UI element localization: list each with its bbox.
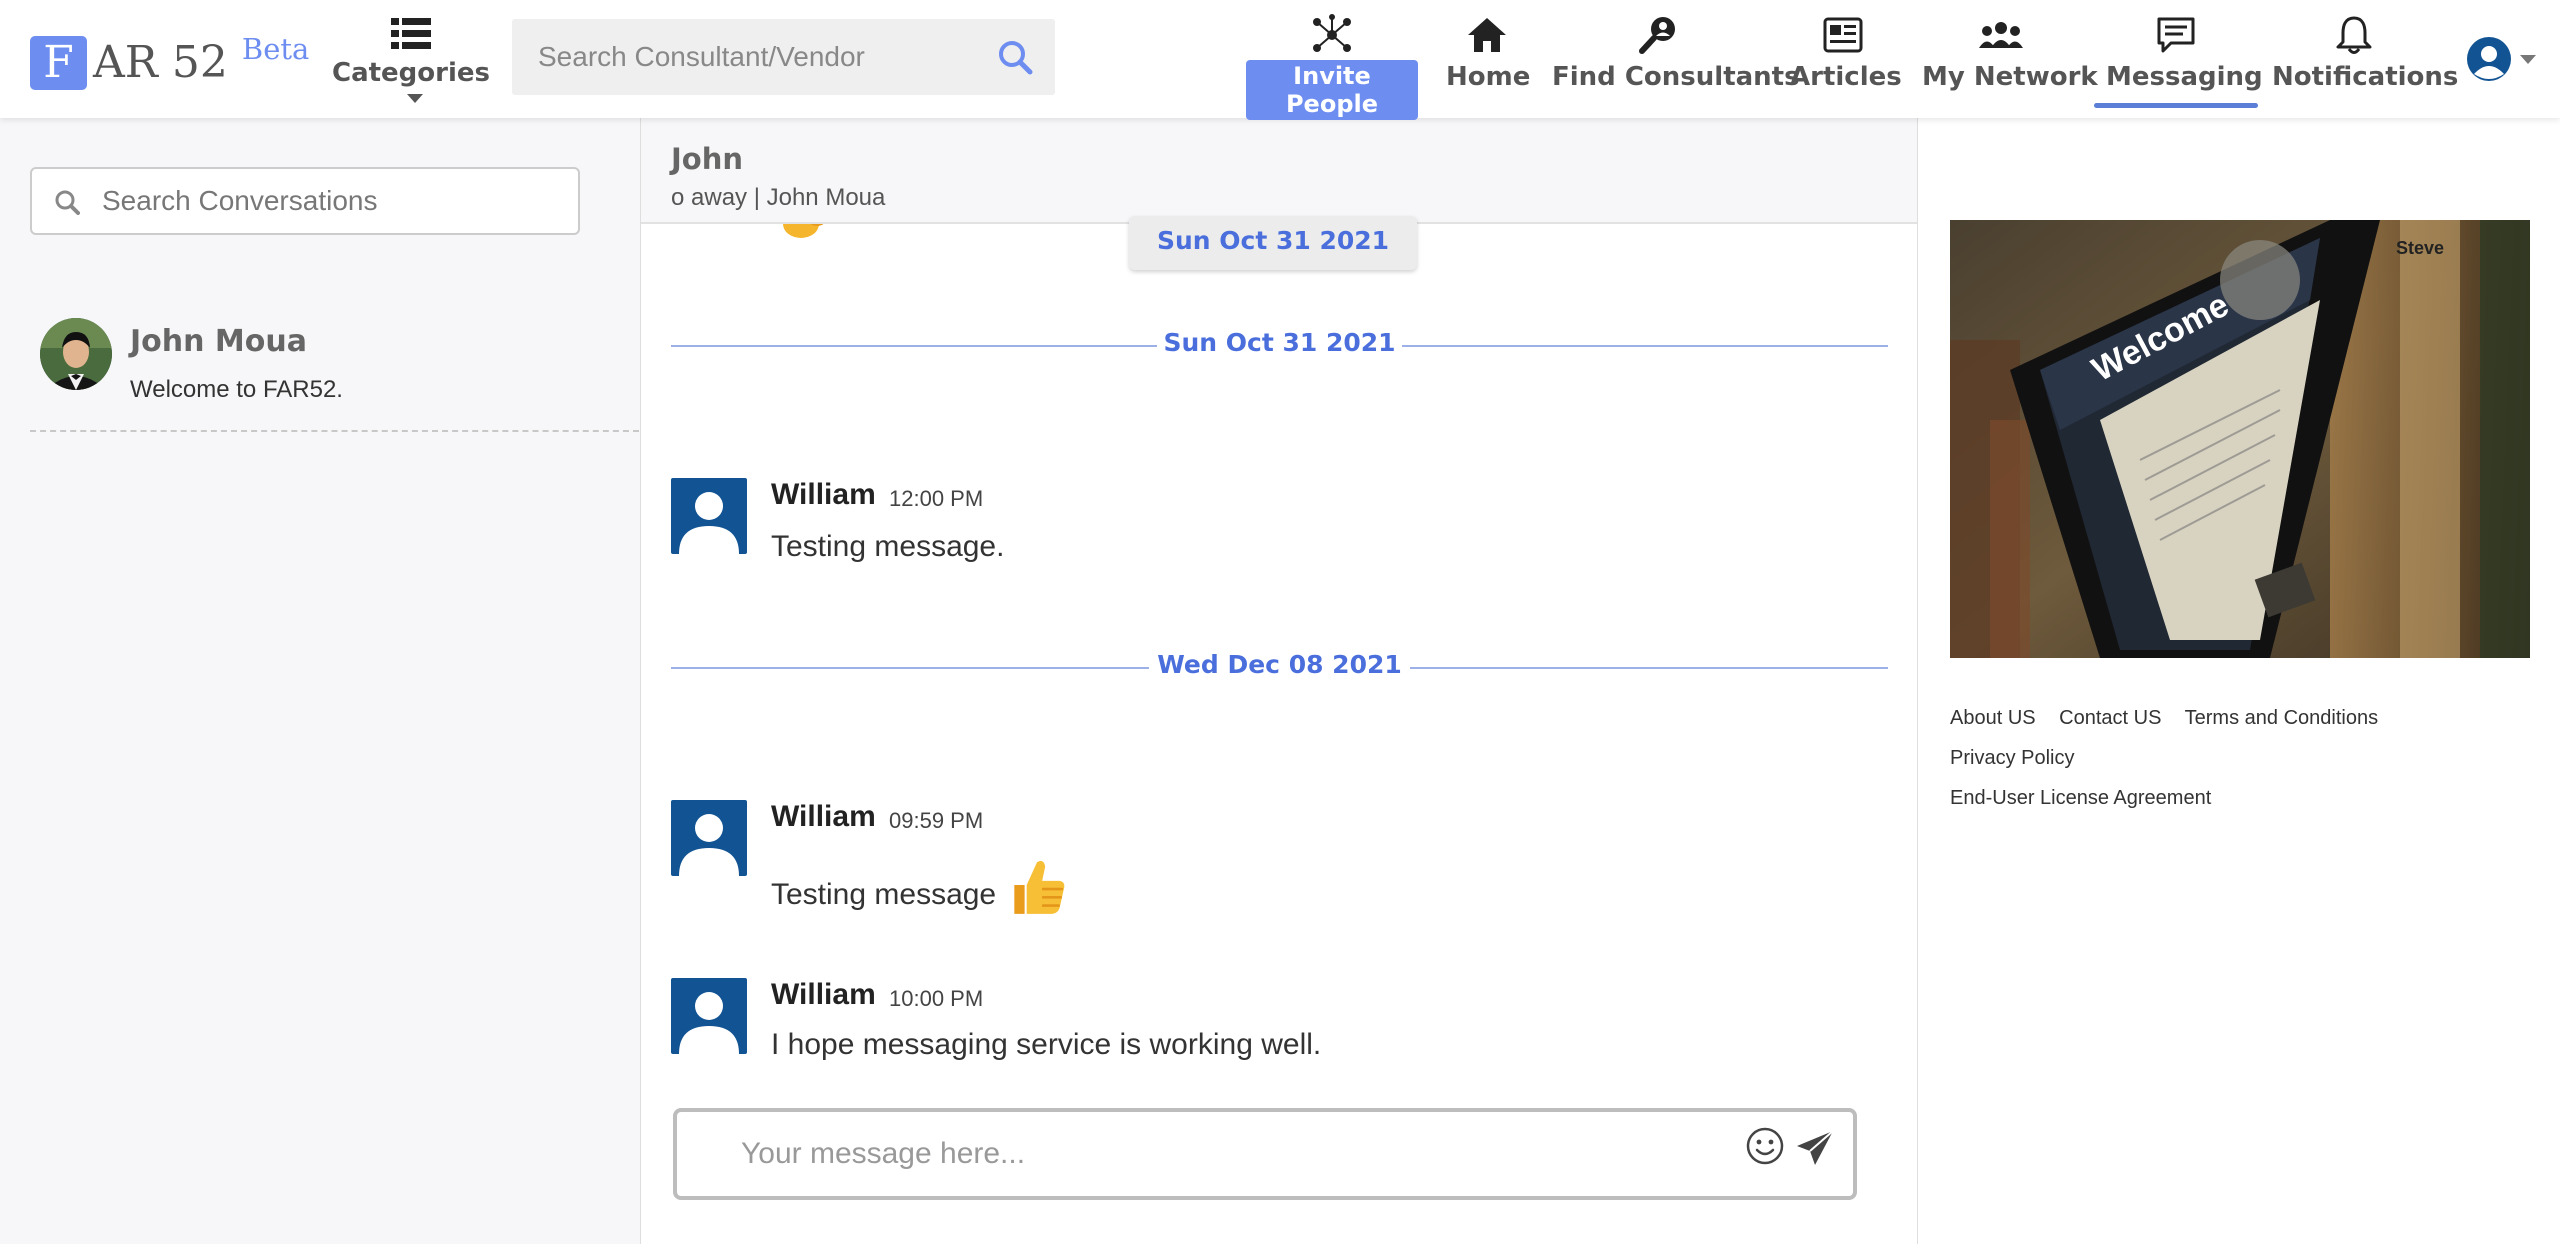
caret-down-icon <box>407 94 423 103</box>
promo-name-text: Steve <box>2396 238 2444 258</box>
user-menu[interactable] <box>2466 36 2536 82</box>
conversation-item[interactable]: John Moua Welcome to FAR52. <box>30 314 639 432</box>
footer-links: About US Contact US Terms and Conditions… <box>1950 698 2540 818</box>
about-us-link[interactable]: About US <box>1950 707 2036 729</box>
notifications-label: Notifications <box>2272 62 2459 92</box>
message-text: I hope messaging service is working well… <box>771 1028 1322 1061</box>
tablet-welcome-image: Welcome Steve <box>1950 220 2530 658</box>
chat-header: John o away | John Moua <box>641 118 1917 224</box>
chat-bubble-icon <box>2157 17 2195 53</box>
home-icon <box>1468 18 1506 52</box>
message-text: Testing message. <box>771 530 1005 563</box>
my-network-label: My Network <box>1922 62 2098 92</box>
logo-mark: F <box>30 36 87 90</box>
contact-photo <box>40 318 112 390</box>
chat-message: William 09:59 PM Testing message <box>671 800 1871 930</box>
categories-menu[interactable]: Categories <box>326 16 496 107</box>
top-navbar: F AR 52 Beta Categories Invite People <box>0 0 2560 120</box>
sender-name: William <box>771 478 876 511</box>
invite-people-label: Invite People <box>1246 60 1418 120</box>
message-body: Testing message <box>771 860 1070 920</box>
home-label: Home <box>1446 62 1531 92</box>
nav-notifications[interactable]: Notifications <box>2272 14 2459 92</box>
sender-avatar <box>671 800 747 876</box>
nav-find-consultants[interactable]: Find Consultants <box>1552 14 1800 92</box>
conversations-sidebar: John Moua Welcome to FAR52. <box>0 118 641 1244</box>
bell-icon <box>2336 16 2372 54</box>
conversation-search <box>30 167 580 235</box>
chat-panel: John o away | John Moua Sun Oct 31 2021 … <box>641 118 1918 1244</box>
sender-name: William <box>771 800 876 833</box>
contact-us-link[interactable]: Contact US <box>2059 707 2161 729</box>
separator-line <box>1402 345 1888 347</box>
search-person-icon <box>1639 17 1675 54</box>
user-avatar-icon <box>2467 37 2511 81</box>
nav-home[interactable]: Home <box>1446 14 1531 92</box>
smiley-icon[interactable] <box>1745 1126 1785 1166</box>
search-icon[interactable] <box>997 39 1033 75</box>
nav-my-network[interactable]: My Network <box>1922 14 2098 92</box>
date-separator: Sun Oct 31 2021 <box>671 326 1888 366</box>
sender-avatar <box>671 978 747 1054</box>
logo-text: AR 52 <box>93 37 228 88</box>
chat-message: William 10:00 PM I hope messaging servic… <box>671 978 1871 1078</box>
network-nodes-icon <box>1313 14 1351 52</box>
users-group-icon <box>1979 22 2023 48</box>
consultant-search-input[interactable] <box>512 19 982 95</box>
message-text: Testing message <box>771 878 997 911</box>
right-column: Welcome Steve About US Contact US Terms … <box>1918 118 2560 1244</box>
date-separator-label: Wed Dec 08 2021 <box>1157 650 1402 679</box>
consultant-search <box>512 19 1055 95</box>
sender-name: William <box>771 978 876 1011</box>
chat-status: o away | John Moua <box>671 184 886 211</box>
message-time: 10:00 PM <box>889 986 984 1011</box>
search-icon <box>55 190 80 215</box>
terms-link[interactable]: Terms and Conditions <box>2185 707 2378 729</box>
nav-messaging[interactable]: Messaging <box>2106 14 2263 92</box>
beta-badge: Beta <box>241 32 310 66</box>
eula-link[interactable]: End-User License Agreement <box>1950 787 2211 809</box>
send-icon[interactable] <box>1795 1128 1835 1168</box>
chat-message: William 12:00 PM Testing message. <box>671 478 1871 578</box>
caret-down-icon <box>2520 54 2536 64</box>
chat-title: John <box>671 142 744 176</box>
nav-invite-people[interactable]: Invite People <box>1246 14 1418 120</box>
date-separator: Wed Dec 08 2021 <box>671 648 1888 688</box>
message-composer <box>673 1108 1857 1200</box>
list-icon <box>391 18 431 49</box>
privacy-link[interactable]: Privacy Policy <box>1950 747 2074 769</box>
thumbs-up-emoji-icon <box>1014 860 1065 914</box>
sender-avatar <box>671 478 747 554</box>
articles-label: Articles <box>1790 62 1902 92</box>
sticky-date-badge: Sun Oct 31 2021 <box>1129 216 1417 270</box>
message-time: 09:59 PM <box>889 808 984 833</box>
active-tab-indicator <box>2094 103 2258 108</box>
nav-articles[interactable]: Articles <box>1790 14 1902 92</box>
messaging-label: Messaging <box>2106 62 2263 92</box>
last-message-preview: Welcome to FAR52. <box>130 376 343 403</box>
contact-name: John Moua <box>130 324 307 359</box>
find-consultants-label: Find Consultants <box>1552 62 1800 92</box>
separator-line <box>1410 667 1888 669</box>
date-separator-label: Sun Oct 31 2021 <box>1163 328 1396 357</box>
message-time: 12:00 PM <box>889 486 984 511</box>
contact-avatar <box>40 318 112 390</box>
promo-image: Welcome Steve <box>1950 220 2530 658</box>
newspaper-icon <box>1823 17 1863 53</box>
categories-label: Categories <box>331 58 490 88</box>
far52-logo[interactable]: F AR 52 Beta <box>30 32 309 90</box>
conversation-search-input[interactable] <box>102 169 572 233</box>
message-input[interactable] <box>741 1112 1701 1196</box>
